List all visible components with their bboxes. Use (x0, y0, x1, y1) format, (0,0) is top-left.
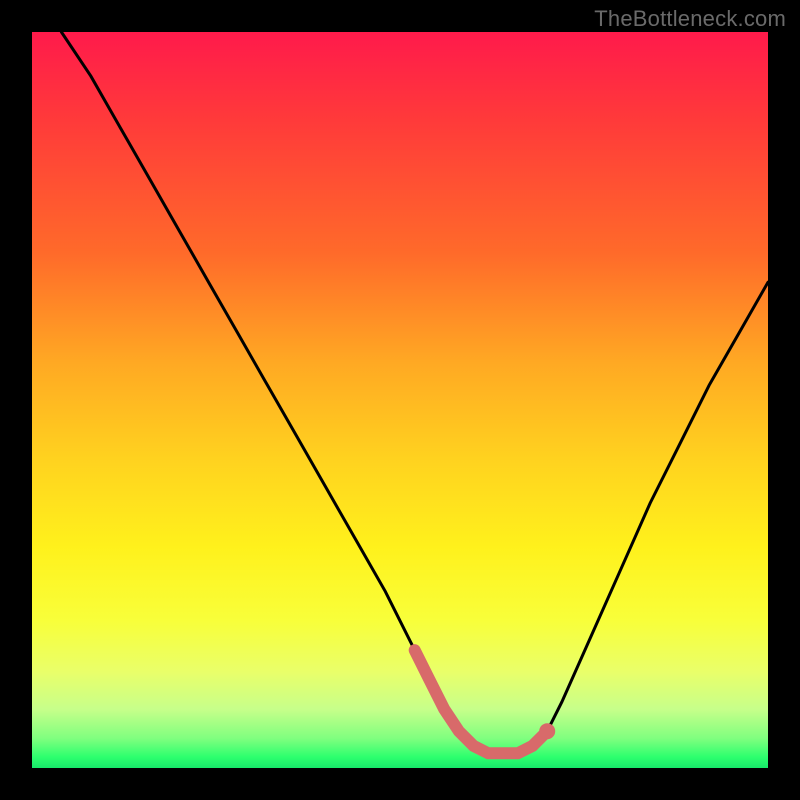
watermark-text: TheBottleneck.com (594, 6, 786, 32)
chart-frame: TheBottleneck.com (0, 0, 800, 800)
highlight-end-dot (539, 723, 555, 739)
bottleneck-curve-svg (32, 32, 768, 768)
plot-area (32, 32, 768, 768)
highlight-segment-path (415, 650, 548, 753)
